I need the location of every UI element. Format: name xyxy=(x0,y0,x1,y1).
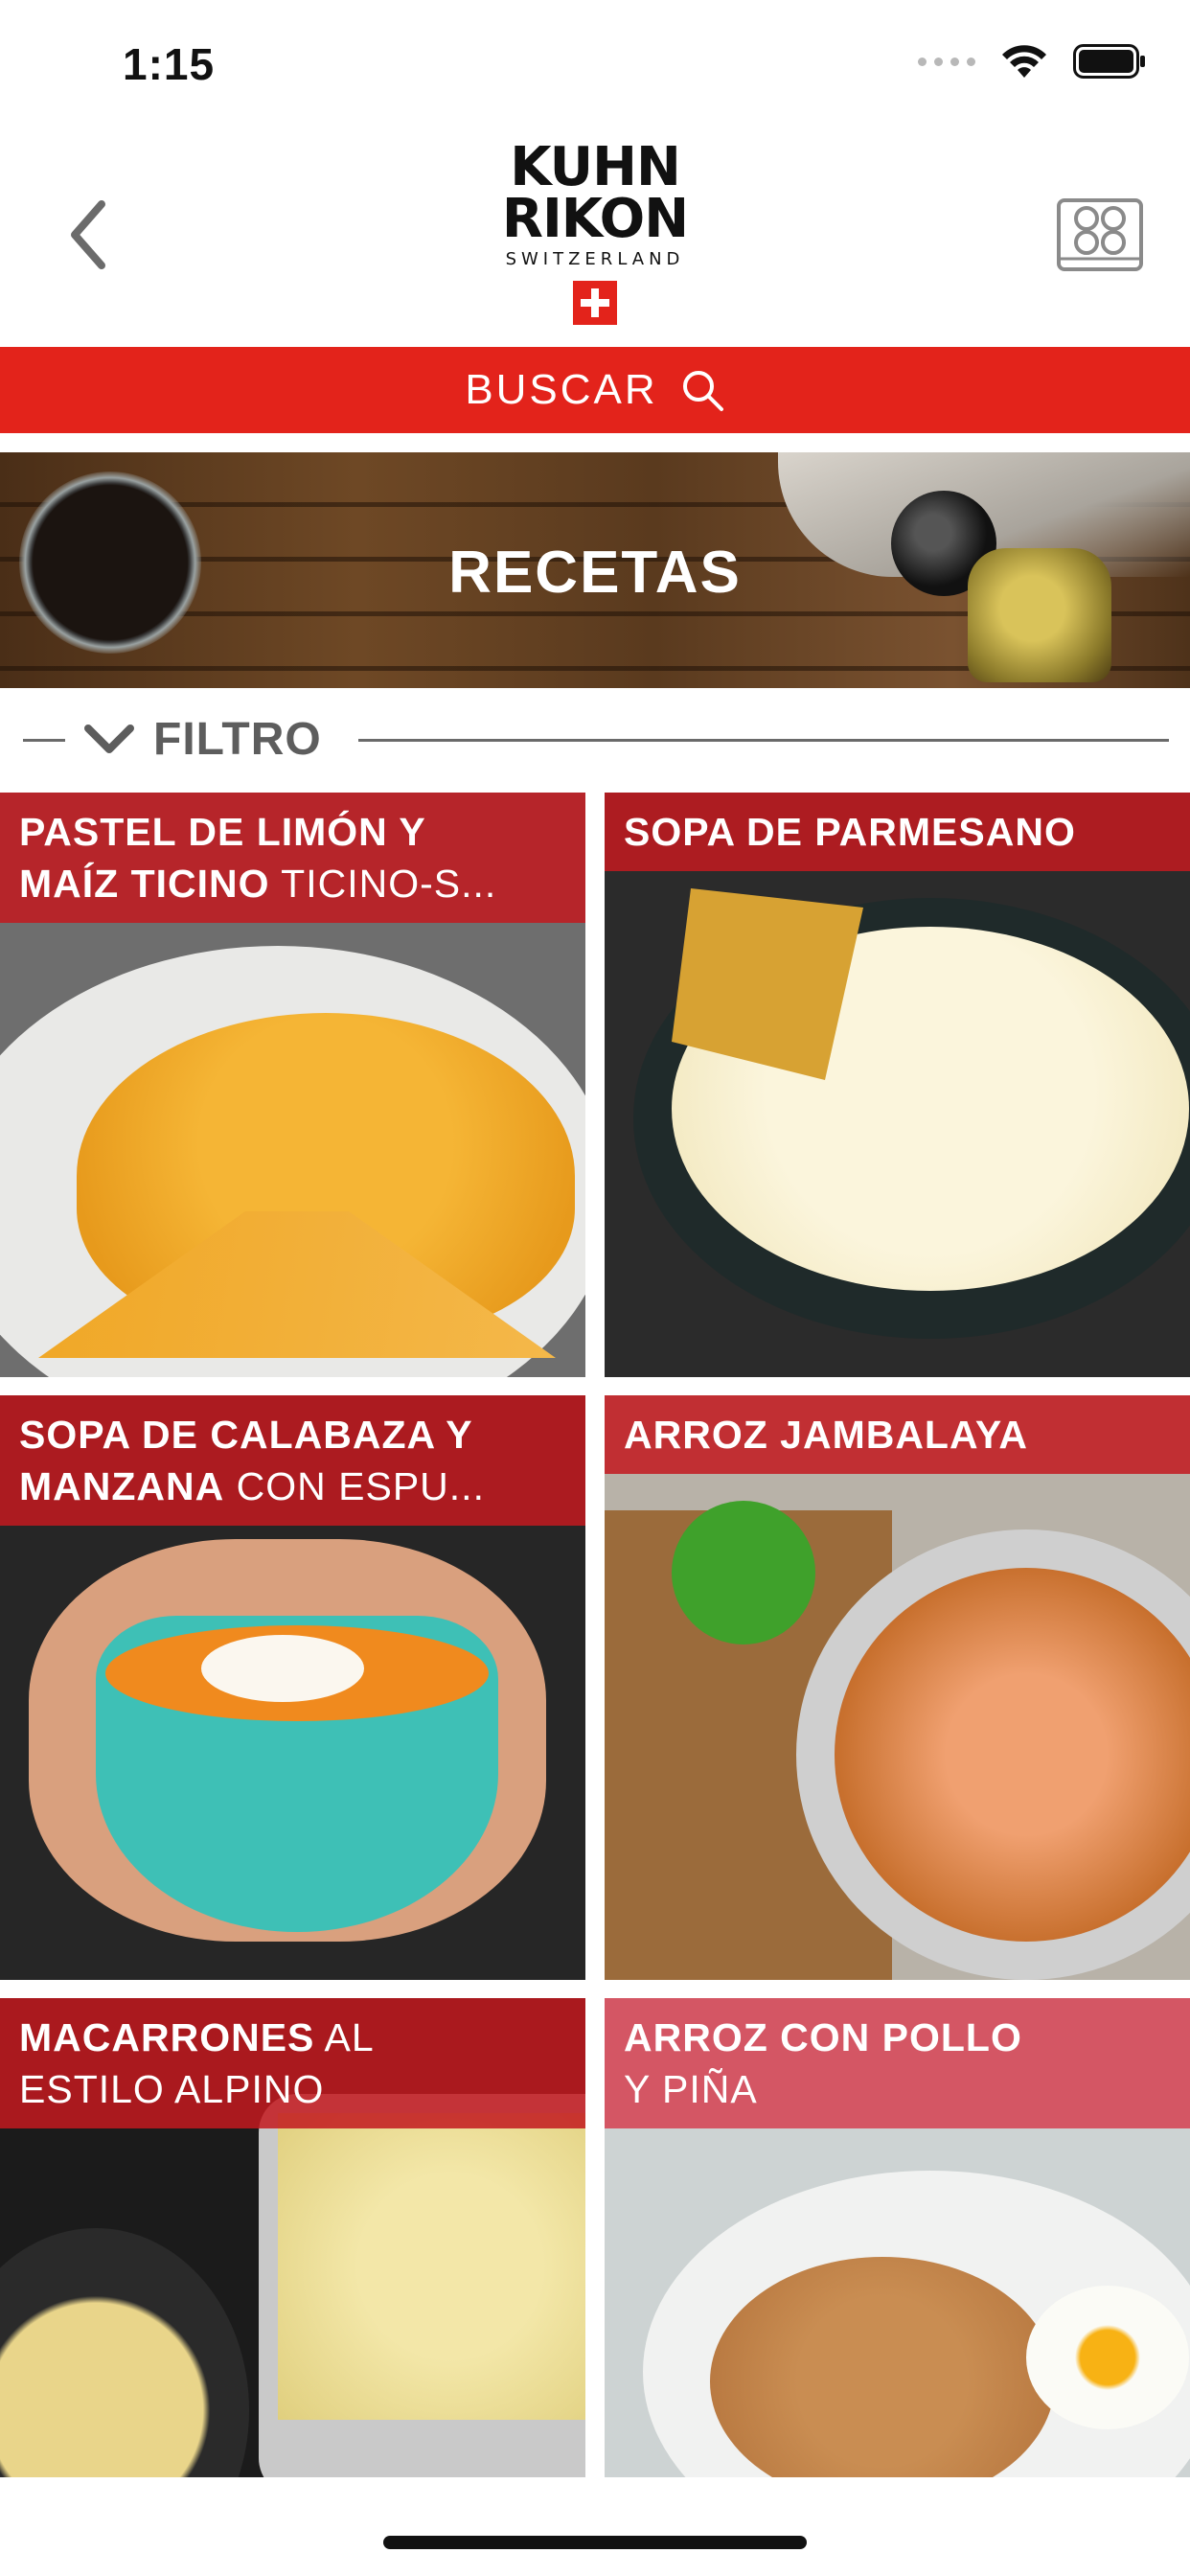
battery-icon xyxy=(1073,44,1145,79)
recipe-title-regular: CON ESPU... xyxy=(224,1464,485,1508)
recipe-title-bold: MAÍZ TICINO xyxy=(19,862,270,906)
recipe-title-bold: MACARRONES xyxy=(19,2015,315,2059)
recipe-card-pastel-limon[interactable]: PASTEL DE LIMÓN Y MAÍZ TICINO TICINO-S..… xyxy=(0,793,585,1377)
recipe-title: ARROZ CON POLLO Y PIÑA xyxy=(605,1998,1190,2128)
status-time: 1:15 xyxy=(123,39,216,89)
back-button[interactable] xyxy=(61,196,119,273)
search-icon xyxy=(682,371,723,411)
status-icons xyxy=(918,42,1146,80)
filter-label: FILTRO xyxy=(153,714,322,765)
cooktop-icon xyxy=(1057,198,1143,271)
recipe-card-macarrones[interactable]: MACARRONES AL ESTILO ALPINO xyxy=(0,1998,585,2477)
recipe-title: SOPA DE CALABAZA Y MANZANA CON ESPU... xyxy=(0,1395,585,1526)
filter-divider-right xyxy=(358,739,1169,742)
recipe-title-line1: PASTEL DE LIMÓN Y xyxy=(19,810,426,854)
chevron-down-icon xyxy=(84,724,134,753)
recipe-title-regular: TICINO-S... xyxy=(269,862,497,906)
swiss-flag-icon xyxy=(573,281,617,325)
recipe-title: ARROZ JAMBALAYA xyxy=(605,1395,1190,1474)
recipe-title-bold: MANZANA xyxy=(19,1464,225,1508)
filter-divider-left xyxy=(23,739,65,742)
recipe-title: SOPA DE PARMESANO xyxy=(605,793,1190,871)
search-bar[interactable]: BUSCAR xyxy=(0,347,1190,433)
recipe-card-arroz-jambalaya[interactable]: ARROZ JAMBALAYA xyxy=(605,1395,1190,1980)
recipe-title: MACARRONES AL ESTILO ALPINO xyxy=(0,1998,585,2128)
recipe-title-line1: ARROZ JAMBALAYA xyxy=(624,1413,1029,1457)
signal-dots-icon xyxy=(918,57,975,66)
recipe-image xyxy=(605,1395,1190,1980)
cooktop-button[interactable] xyxy=(1056,197,1144,272)
logo-text-switzerland: SWITZERLAND xyxy=(505,249,685,269)
wifi-icon xyxy=(1002,45,1046,78)
recipe-title-line2: Y PIÑA xyxy=(624,2067,758,2111)
search-label: BUSCAR xyxy=(465,366,658,413)
home-indicator[interactable] xyxy=(383,2536,807,2549)
chevron-left-icon xyxy=(71,200,105,269)
recipe-image xyxy=(605,793,1190,1377)
recipe-title-line2: ESTILO ALPINO xyxy=(19,2067,325,2111)
page-title: RECETAS xyxy=(448,540,742,606)
brand-logo: KUHN RIKON SWITZERLAND xyxy=(475,136,715,325)
recipe-title-line1: ARROZ CON POLLO xyxy=(624,2015,1022,2059)
recipe-title-regular: AL xyxy=(314,2015,375,2059)
recipe-card-sopa-calabaza[interactable]: SOPA DE CALABAZA Y MANZANA CON ESPU... xyxy=(0,1395,585,1980)
recipes-banner: RECETAS xyxy=(0,452,1190,688)
filter-toggle[interactable]: FILTRO xyxy=(0,709,1190,769)
logo-text-kuhn: KUHN xyxy=(510,136,681,198)
recipe-title-line1: SOPA DE CALABAZA Y xyxy=(19,1413,473,1457)
recipe-card-sopa-parmesano[interactable]: SOPA DE PARMESANO xyxy=(605,793,1190,1377)
recipe-card-arroz-pollo[interactable]: ARROZ CON POLLO Y PIÑA xyxy=(605,1998,1190,2477)
recipe-title-line1: SOPA DE PARMESANO xyxy=(624,810,1076,854)
logo-text-rikon: RIKON xyxy=(501,188,689,250)
recipe-title: PASTEL DE LIMÓN Y MAÍZ TICINO TICINO-S..… xyxy=(0,793,585,923)
